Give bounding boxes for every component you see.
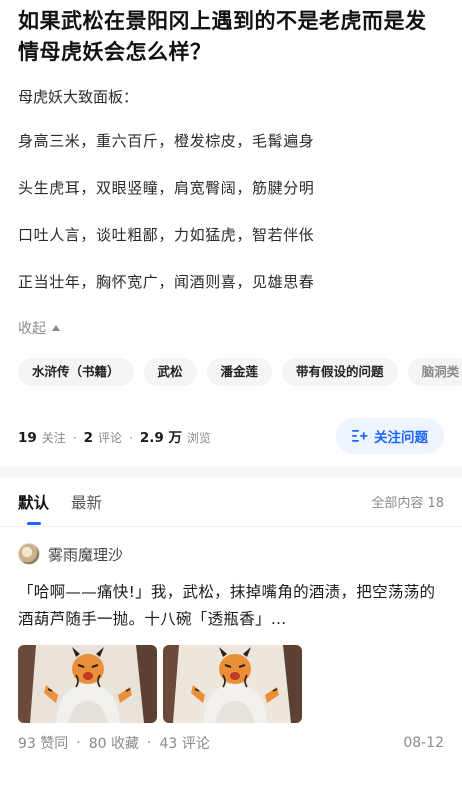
- collapse-button[interactable]: 收起: [18, 318, 444, 338]
- tab-default-label: 默认: [18, 493, 50, 512]
- separator-dot: ·: [129, 431, 133, 445]
- topic-tag[interactable]: 潘金莲: [206, 358, 273, 386]
- views-label: 浏览: [187, 431, 212, 445]
- answer-image[interactable]: [18, 645, 157, 723]
- tiger-illustration-image: [18, 645, 157, 723]
- topic-tag[interactable]: 带有假设的问题: [282, 358, 398, 386]
- section-divider: [0, 467, 462, 477]
- question-section: 如果武松在景阳冈上遇到的不是老虎而是发情母虎妖会怎么样？ 母虎妖大致面板： 身高…: [0, 0, 462, 454]
- views-count: 2.9 万: [139, 430, 183, 446]
- avatar[interactable]: [18, 543, 40, 565]
- comments-count[interactable]: 43 评论: [159, 733, 209, 753]
- answer-excerpt[interactable]: 「哈啊——痛快!」我，武松，抹掉嘴角的酒渍，把空荡荡的酒葫芦随手一抛。十八碗「透…: [18, 579, 444, 633]
- question-title[interactable]: 如果武松在景阳冈上遇到的不是老虎而是发情母虎妖会怎么样？: [18, 6, 444, 68]
- answer-date: 08-12: [403, 735, 444, 751]
- followers-count: 19: [18, 430, 37, 446]
- description-line: 身高三米，重六百斤，橙发棕皮，毛髯遍身: [18, 132, 315, 150]
- answer-card[interactable]: 雾雨魔理沙 「哈啊——痛快!」我，武松，抹掉嘴角的酒渍，把空荡荡的酒葫芦随手一抛…: [0, 527, 462, 753]
- author-name[interactable]: 雾雨魔理沙: [48, 544, 123, 565]
- comments-count: 2: [83, 430, 94, 446]
- active-tab-indicator: [26, 521, 41, 525]
- answer-thumbnails: [18, 645, 444, 723]
- answer-meta: 93 赞同 · 80 收藏 · 43 评论 08-12: [18, 733, 444, 753]
- separator-dot: ·: [72, 431, 77, 445]
- answer-image[interactable]: [163, 645, 302, 723]
- caret-up-icon: [52, 324, 60, 331]
- topic-tag[interactable]: 脑洞类: [407, 358, 462, 386]
- topic-tag[interactable]: 水浒传（书籍）: [18, 358, 134, 386]
- topic-tags: 水浒传（书籍） 武松 潘金莲 带有假设的问题 脑洞类: [0, 358, 462, 386]
- description-line: 正当壮年，胸怀宽广，闻酒则喜，见雄思春: [18, 273, 315, 291]
- tiger-illustration-image: [163, 645, 302, 723]
- comments-label[interactable]: 评论: [98, 429, 122, 446]
- collapse-label: 收起: [18, 321, 46, 337]
- description-intro: 母虎妖大致面板：: [18, 88, 139, 106]
- likes-count[interactable]: 93 赞同: [18, 733, 68, 753]
- question-stats: 19 关注 · 2 评论 · 2.9 万 浏览: [18, 426, 211, 446]
- answer-author[interactable]: 雾雨魔理沙: [18, 541, 444, 567]
- follow-question-button[interactable]: 关注问题: [336, 418, 444, 454]
- sort-tabs: 默认 最新 全部内容 18: [0, 477, 462, 527]
- separator-dot: ·: [146, 735, 152, 751]
- topic-tag[interactable]: 武松: [143, 358, 197, 386]
- separator-dot: ·: [76, 735, 81, 751]
- tab-latest[interactable]: 最新: [71, 491, 102, 513]
- favorites-count[interactable]: 80 收藏: [89, 733, 139, 753]
- question-stats-row: 19 关注 · 2 评论 · 2.9 万 浏览 关注问题: [18, 418, 444, 454]
- follow-question-label: 关注问题: [374, 430, 428, 446]
- followers-label: 关注: [41, 431, 66, 445]
- tab-default[interactable]: 默认: [18, 491, 50, 525]
- all-content-count[interactable]: 全部内容 18: [371, 492, 444, 511]
- description-line: 口吐人言，谈吐粗鄙，力如猛虎，智若伴伥: [18, 226, 315, 244]
- description-line: 头生虎耳，双眼竖瞳，肩宽臀阔，筋腱分明: [18, 179, 315, 197]
- follow-list-plus-icon: [352, 430, 368, 442]
- question-description: 母虎妖大致面板： 身高三米，重六百斤，橙发棕皮，毛髯遍身 头生虎耳，双眼竖瞳，肩…: [18, 86, 444, 293]
